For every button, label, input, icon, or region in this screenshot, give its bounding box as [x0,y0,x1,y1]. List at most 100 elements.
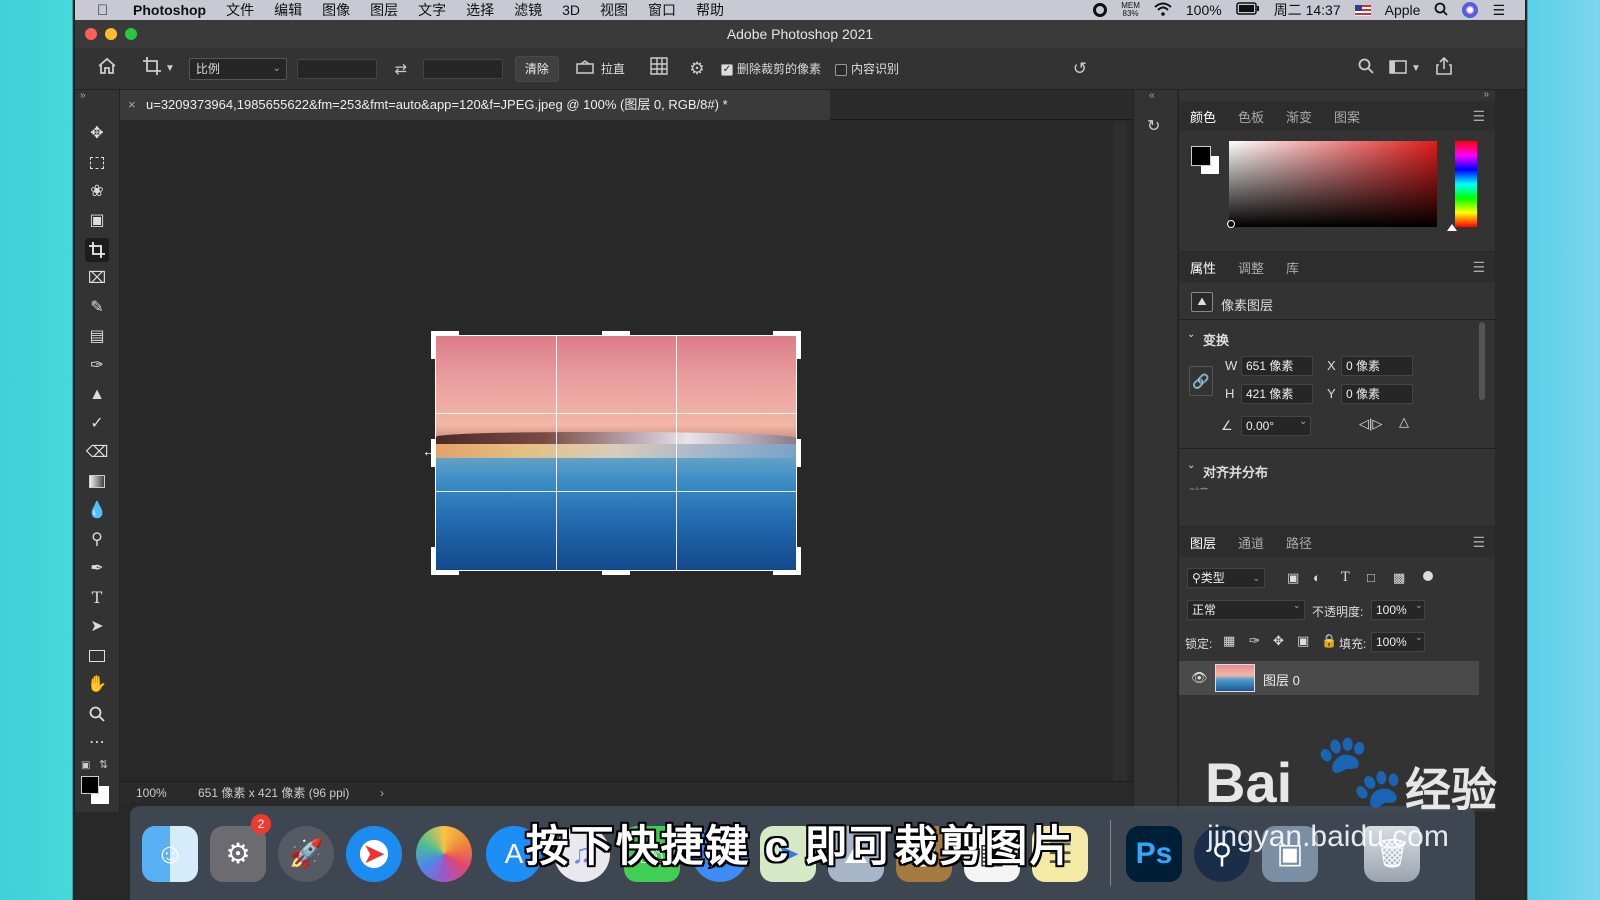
color-saturation-field[interactable] [1229,141,1437,227]
move-tool-icon[interactable]: ✥ [85,122,109,146]
frame-tool-icon[interactable]: ⌧ [85,267,109,291]
flip-horizontal-icon[interactable]: ◁|▷ [1359,416,1382,432]
ratio-height-field[interactable] [422,58,503,79]
filter-type-icon[interactable]: T [1341,570,1350,585]
rectangle-tool-icon[interactable] [85,644,109,668]
align-section-title[interactable]: 对齐并分布 [1203,462,1268,481]
angle-chevron-down-icon[interactable]: ⌄ [1299,416,1307,427]
crop-tool-preset-icon[interactable] [141,57,163,80]
tab-properties[interactable]: 属性 [1179,258,1227,277]
content-aware-checkbox[interactable]: 内容识别 [834,60,899,77]
menu-type[interactable]: 文字 [418,0,446,20]
tab-libraries[interactable]: 库 [1275,258,1310,277]
workspace-chevron-down-icon[interactable]: ▼ [1411,63,1421,74]
straighten-icon[interactable] [575,59,595,79]
path-selection-tool-icon[interactable]: ➤ [85,615,109,639]
brush-tool-icon[interactable]: ✑ [85,354,109,378]
hand-tool-icon[interactable]: ✋ [85,673,109,697]
crop-handle-bottom[interactable] [602,571,630,575]
window-minimize-button[interactable] [105,28,117,40]
properties-scrollbar[interactable] [1479,322,1485,400]
color-panel-menu-icon[interactable]: ☰ [1472,108,1485,125]
record-icon[interactable] [1093,3,1108,17]
history-panel-icon[interactable]: ↻ [1147,116,1160,136]
flag-icon[interactable] [1354,4,1371,16]
workspace-icon[interactable] [1387,59,1409,79]
x-input[interactable]: 0 像素 [1341,356,1413,376]
status-menu-arrow-icon[interactable]: › [380,782,384,804]
menu-window[interactable]: 窗口 [648,0,676,20]
clock[interactable]: 周二 14:37 [1274,0,1341,20]
window-close-button[interactable] [85,28,97,40]
user-name[interactable]: Apple [1385,2,1421,18]
document-tab[interactable]: × u=3209373964,1985655622&fm=253&fmt=aut… [120,90,830,120]
document-info[interactable]: 651 像素 x 421 像素 (96 ppi) [198,782,349,804]
hue-slider[interactable] [1455,141,1477,227]
menu-edit[interactable]: 编辑 [274,0,302,20]
menu-layer[interactable]: 图层 [370,0,398,20]
crop-border[interactable] [435,335,797,571]
lock-transparent-icon[interactable]: ▦ [1223,633,1235,649]
straighten-button[interactable]: 拉直 [601,60,625,77]
gradient-tool-icon[interactable] [85,470,109,494]
tab-patterns[interactable]: 图案 [1323,107,1371,126]
menu-help[interactable]: 帮助 [696,0,724,20]
default-colors-icon[interactable]: ▣ [81,760,90,771]
transform-section-title[interactable]: 变换 [1203,330,1229,349]
clone-stamp-tool-icon[interactable]: ▲ [85,383,109,407]
layer-row[interactable]: 👁 图层 0 [1179,661,1479,695]
align-chevron-down-icon[interactable]: ⌄ [1187,460,1195,471]
height-input[interactable]: 421 像素 [1241,384,1313,404]
menu-file[interactable]: 文件 [226,0,254,20]
layer-visibility-eye-icon[interactable]: 👁 [1191,670,1208,686]
panel-foreground-swatch[interactable] [1191,146,1211,166]
lock-image-icon[interactable]: ✑ [1249,633,1260,649]
spotlight-search-icon[interactable] [1434,2,1449,19]
blur-tool-icon[interactable]: 💧 [85,499,109,523]
lock-all-icon[interactable]: 🔒 [1321,633,1337,649]
filter-smart-object-icon[interactable]: ▩ [1393,570,1405,586]
tab-channels[interactable]: 通道 [1227,533,1275,552]
layer-filter-select[interactable]: ⚲类型 ⌄ [1187,568,1265,588]
window-zoom-button[interactable] [125,28,137,40]
crop-handle-right[interactable] [797,439,801,467]
healing-brush-tool-icon[interactable]: ▤ [85,325,109,349]
clear-button[interactable]: 清除 [514,55,559,82]
filter-shape-icon[interactable]: □ [1367,570,1375,585]
canvas-vertical-scrollbar[interactable] [1113,121,1127,799]
menu-3d[interactable]: 3D [562,2,580,18]
tab-gradients[interactable]: 渐变 [1275,107,1323,126]
filter-toggle-icon[interactable] [1423,571,1433,581]
crop-handle-bottom-right[interactable] [797,547,801,575]
lasso-tool-icon[interactable]: ❀ [85,180,109,204]
dodge-tool-icon[interactable]: ⚲ [85,528,109,552]
hue-slider-marker[interactable] [1447,224,1457,231]
fill-chevron-down-icon[interactable]: ⌄ [1415,632,1423,643]
tab-adjustments[interactable]: 调整 [1227,258,1275,277]
history-brush-tool-icon[interactable]: ✓ [85,412,109,436]
foreground-color-swatch[interactable] [81,776,99,794]
type-tool-icon[interactable]: T [85,586,109,610]
wifi-icon[interactable] [1154,2,1172,19]
filter-pixel-icon[interactable]: ▣ [1287,570,1299,586]
mem-indicator[interactable]: MEM 83% [1121,2,1140,18]
crop-handle-bottom-left[interactable] [431,547,435,575]
apple-menu-icon[interactable]:  [97,2,117,19]
crop-handle-top-left[interactable] [431,331,459,335]
ratio-width-field[interactable] [296,58,377,79]
crop-tool-icon[interactable] [85,238,109,262]
width-input[interactable]: 651 像素 [1241,356,1313,376]
zoom-tool-icon[interactable] [85,702,109,726]
crop-handle-bottom-left[interactable] [431,571,459,575]
tab-swatches[interactable]: 色板 [1227,107,1275,126]
tab-close-icon[interactable]: × [128,90,136,120]
y-input[interactable]: 0 像素 [1341,384,1413,404]
tab-paths[interactable]: 路径 [1275,533,1323,552]
menu-view[interactable]: 视图 [600,0,628,20]
battery-icon[interactable] [1235,2,1260,18]
flip-vertical-icon[interactable]: △ [1399,414,1409,430]
notification-center-icon[interactable]: ☰ [1492,2,1505,19]
tab-layers[interactable]: 图层 [1179,533,1227,552]
link-dimensions-icon[interactable]: 🔗 [1189,366,1213,396]
menu-app-name[interactable]: Photoshop [133,2,206,18]
